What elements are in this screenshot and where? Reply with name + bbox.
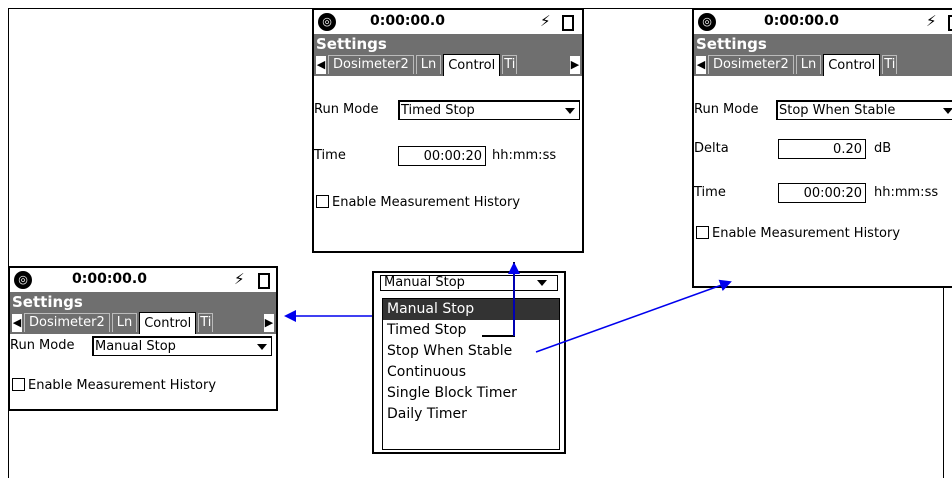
arrow-to-timed-panel <box>482 262 520 337</box>
arrow-to-stable-panel <box>535 279 732 353</box>
connector-arrows <box>284 262 732 353</box>
